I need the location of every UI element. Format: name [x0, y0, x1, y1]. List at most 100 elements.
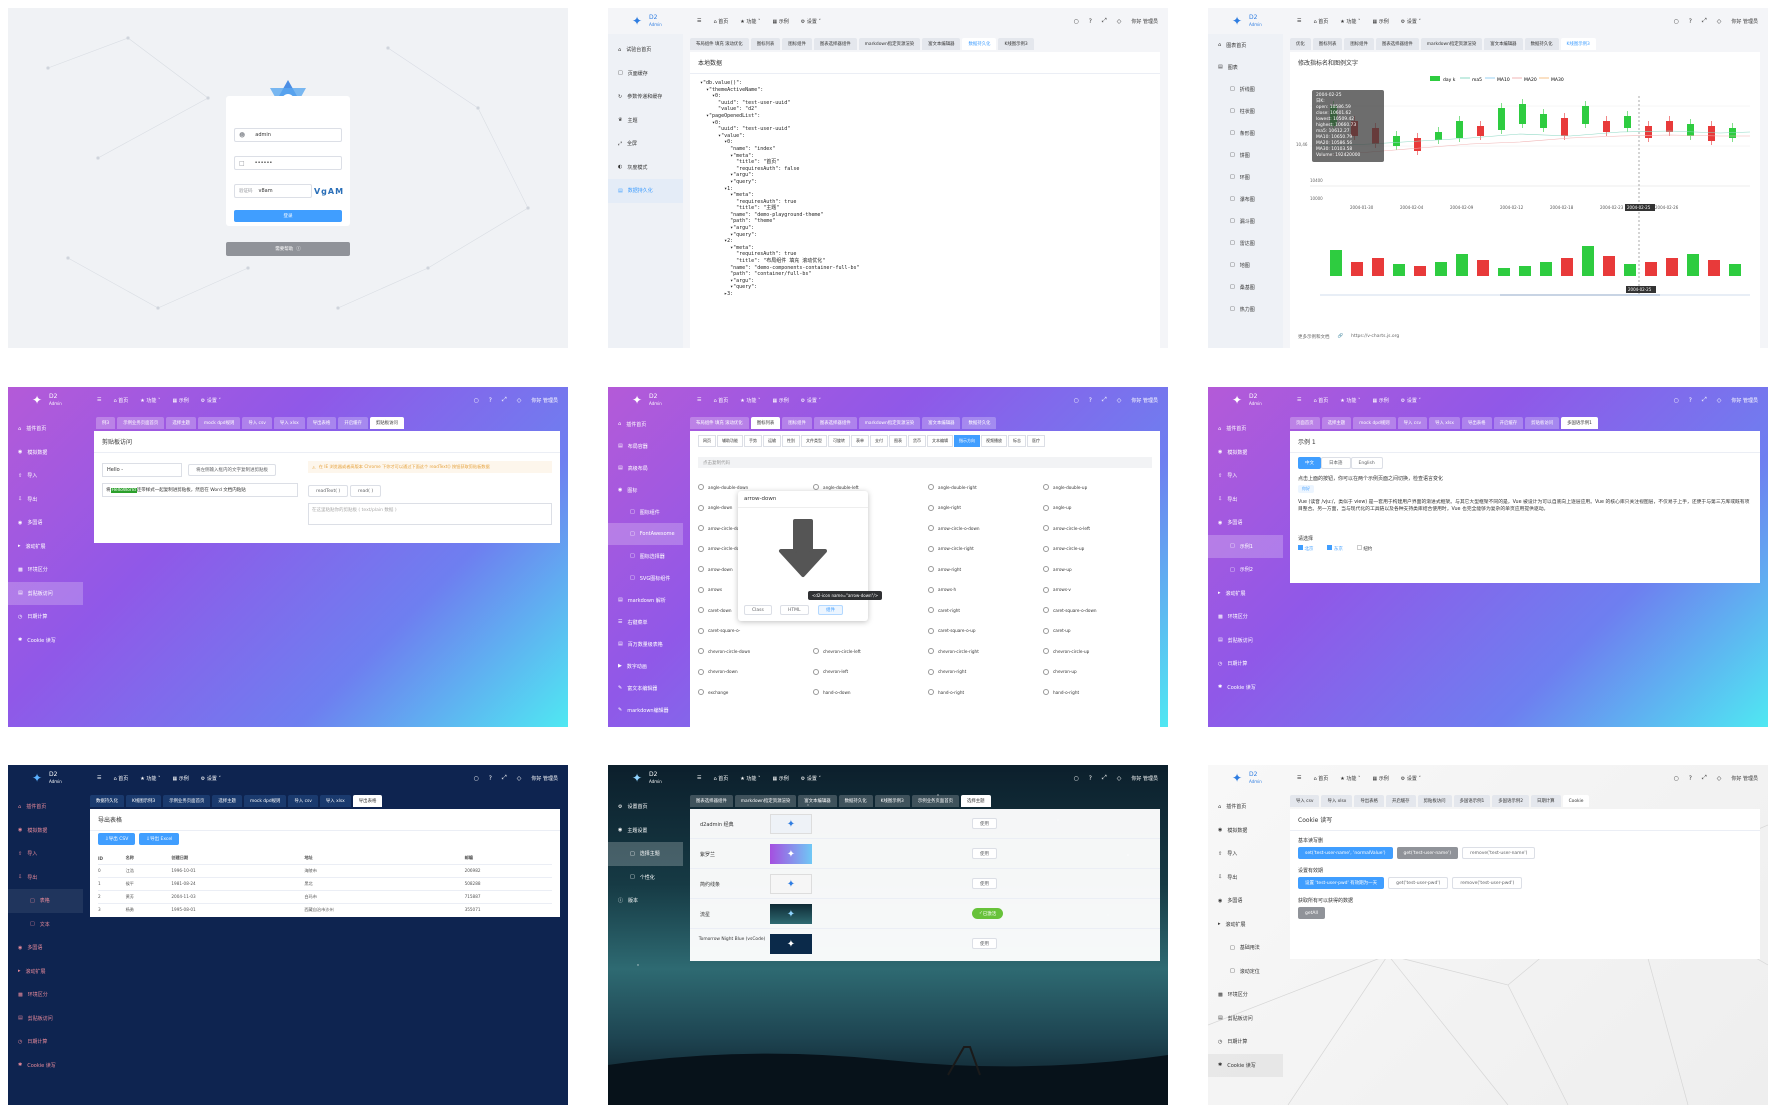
sidebar-item[interactable]: ▤ markdown 解析: [608, 589, 683, 611]
tab[interactable]: K线图示例3: [874, 795, 910, 807]
get-cookie-button[interactable]: get('test-user-name'): [1396, 847, 1459, 859]
nav-settings[interactable]: ⚙ 设置 ˅: [201, 775, 221, 782]
nav-settings[interactable]: ⚙ 设置 ˅: [801, 18, 821, 25]
github-icon[interactable]: ○: [474, 397, 479, 404]
sidebar-item[interactable]: ↻ 参数传递和缓存: [608, 85, 683, 109]
menu-toggle-icon[interactable]: ☰: [697, 18, 701, 24]
user-menu[interactable]: 你好 管理员: [1731, 397, 1758, 404]
nav-home[interactable]: ⌂ 首页: [713, 397, 728, 404]
sidebar-item[interactable]: ⌂ 试验台首页: [608, 38, 683, 62]
tab[interactable]: 数据持久化: [962, 417, 997, 429]
sidebar-item[interactable]: □ 雷达图: [1208, 232, 1283, 254]
sidebar-item[interactable]: ⇧ 导入: [8, 842, 83, 866]
category-tab[interactable]: 支付: [870, 435, 888, 447]
theme-icon[interactable]: ◇: [1717, 18, 1722, 25]
user-menu[interactable]: 你好 管理员: [1131, 18, 1158, 25]
nav-demo[interactable]: ▦ 示例: [772, 397, 788, 404]
category-tab[interactable]: 货币: [908, 435, 926, 447]
sidebar-item[interactable]: ⌂ 图表首页: [1208, 34, 1283, 56]
nav-function[interactable]: ★ 功能 ˅: [140, 775, 160, 782]
tab[interactable]: mock dpd规则: [1353, 417, 1396, 429]
nav-home[interactable]: ⌂ 首页: [1313, 775, 1328, 782]
icon-cell[interactable]: angle-double-up: [1043, 484, 1158, 491]
tab[interactable]: markdown指定资源渲染: [734, 795, 797, 807]
nav-demo[interactable]: ▦ 示例: [772, 775, 788, 782]
category-tab[interactable]: 手势: [744, 435, 762, 447]
tab-active[interactable]: Cookie: [1562, 795, 1590, 807]
sidebar-item[interactable]: ♛ 主题: [608, 109, 683, 133]
nav-demo[interactable]: ▦ 示例: [172, 397, 188, 404]
icon-cell[interactable]: hand-o-right: [1043, 689, 1158, 696]
nav-home[interactable]: ⌂ 首页: [713, 18, 728, 25]
copy-html-button[interactable]: HTML: [780, 605, 809, 615]
sidebar-item[interactable]: ▸ 滚动扩展: [8, 535, 83, 559]
sidebar-item[interactable]: ⌂ 插件首页: [8, 417, 83, 441]
nav-demo[interactable]: ▦ 示例: [172, 775, 188, 782]
category-tab[interactable]: 指示方向: [954, 435, 980, 447]
sidebar-item[interactable]: □ 基础用法: [1208, 936, 1283, 960]
fullscreen-icon[interactable]: ⤢: [502, 396, 507, 404]
export-csv-button[interactable]: ⇩ 导出 CSV: [98, 833, 136, 845]
sidebar-item[interactable]: ◷ 日期计算: [8, 605, 83, 629]
theme-icon[interactable]: ◇: [1117, 397, 1122, 404]
category-tab[interactable]: 文本编辑: [927, 435, 953, 447]
menu-toggle-icon[interactable]: ☰: [97, 397, 101, 403]
menu-toggle-icon[interactable]: ☰: [97, 775, 101, 781]
sidebar-item[interactable]: ⓘ 版本: [608, 889, 683, 913]
nav-settings[interactable]: ⚙ 设置 ˅: [1401, 775, 1421, 782]
tab[interactable]: markdown指定资源渲染: [858, 38, 921, 50]
sidebar-item[interactable]: □ 图标组件: [608, 501, 683, 523]
nav-settings[interactable]: ⚙ 设置 ˅: [1401, 397, 1421, 404]
tab[interactable]: 图表选择器组件: [1375, 38, 1419, 50]
tab[interactable]: 富文本编辑器: [922, 38, 961, 50]
sidebar-item-active[interactable]: ✱ Cookie 读写: [1208, 1053, 1283, 1077]
theme-icon[interactable]: ◇: [517, 775, 522, 782]
icon-cell[interactable]: caret-right: [928, 607, 1043, 614]
tab-active[interactable]: 剪贴板访问: [369, 417, 404, 429]
tab[interactable]: 优化: [1290, 38, 1311, 50]
github-icon[interactable]: ○: [1074, 397, 1079, 404]
tab[interactable]: 导出表格: [1462, 417, 1492, 429]
nav-function[interactable]: ★ 功能 ˅: [1340, 18, 1360, 25]
sidebar-item[interactable]: ▤ 图表: [1208, 56, 1283, 78]
category-tab[interactable]: 网页: [698, 435, 716, 447]
get-pwd-button[interactable]: get('test-user-pwd'): [1388, 877, 1449, 889]
use-theme-button[interactable]: 使用: [972, 818, 997, 829]
theme-icon[interactable]: ◇: [1717, 397, 1722, 404]
sidebar-item[interactable]: ◉ 模拟数据: [1208, 441, 1283, 465]
icon-cell[interactable]: hand-o-right: [928, 689, 1043, 696]
paste-textarea[interactable]: 在这里粘贴你的剪贴板 ( text/plain 数据 ): [308, 503, 552, 525]
tab[interactable]: 导入 csv: [1397, 417, 1428, 429]
icon-cell[interactable]: angle-double-right: [928, 484, 1043, 491]
sidebar-item[interactable]: ◉ 主题设置: [608, 819, 683, 843]
remove-cookie-button[interactable]: remove('test-user-name'): [1462, 847, 1536, 859]
tab[interactable]: 数据持久化: [838, 795, 873, 807]
menu-toggle-icon[interactable]: ☰: [1297, 397, 1301, 403]
captcha-image[interactable]: VgAM: [314, 184, 344, 198]
tab[interactable]: 导入 xlsx: [273, 417, 305, 429]
tab-active[interactable]: 数据持久化: [962, 38, 997, 50]
tab[interactable]: 导入 xlsx: [319, 795, 351, 807]
fullscreen-icon[interactable]: ⤢: [1102, 774, 1107, 782]
category-tab[interactable]: 表单: [851, 435, 869, 447]
help-icon[interactable]: ?: [1089, 397, 1092, 404]
sidebar-item[interactable]: ▸ 滚动扩展: [1208, 582, 1283, 606]
sidebar-item[interactable]: ▤ 剪贴板访问: [1208, 1007, 1283, 1031]
copy-class-button[interactable]: Class: [744, 605, 772, 615]
help-icon[interactable]: ?: [1089, 18, 1092, 25]
github-icon[interactable]: ○: [1674, 397, 1679, 404]
login-button[interactable]: 登录: [234, 210, 342, 222]
sidebar-item[interactable]: □ 桑基图: [1208, 276, 1283, 298]
nav-settings[interactable]: ⚙ 设置 ˅: [201, 397, 221, 404]
tab[interactable]: 导入 xlsx: [1321, 795, 1353, 807]
sidebar-item-active[interactable]: □ 选择主题: [608, 842, 683, 866]
category-tab[interactable]: 辅助功能: [717, 435, 743, 447]
menu-toggle-icon[interactable]: ☰: [697, 775, 701, 781]
tab[interactable]: 开启缓存: [1385, 795, 1416, 807]
menu-toggle-icon[interactable]: ☰: [1297, 18, 1301, 24]
tab[interactable]: mock dpd规则: [197, 417, 241, 429]
nav-demo[interactable]: ▦ 示例: [1372, 18, 1388, 25]
sidebar-item[interactable]: □ 热力图: [1208, 298, 1283, 320]
icon-cell[interactable]: angle-double-left: [813, 484, 928, 491]
tab[interactable]: 富文本编辑器: [922, 417, 961, 429]
